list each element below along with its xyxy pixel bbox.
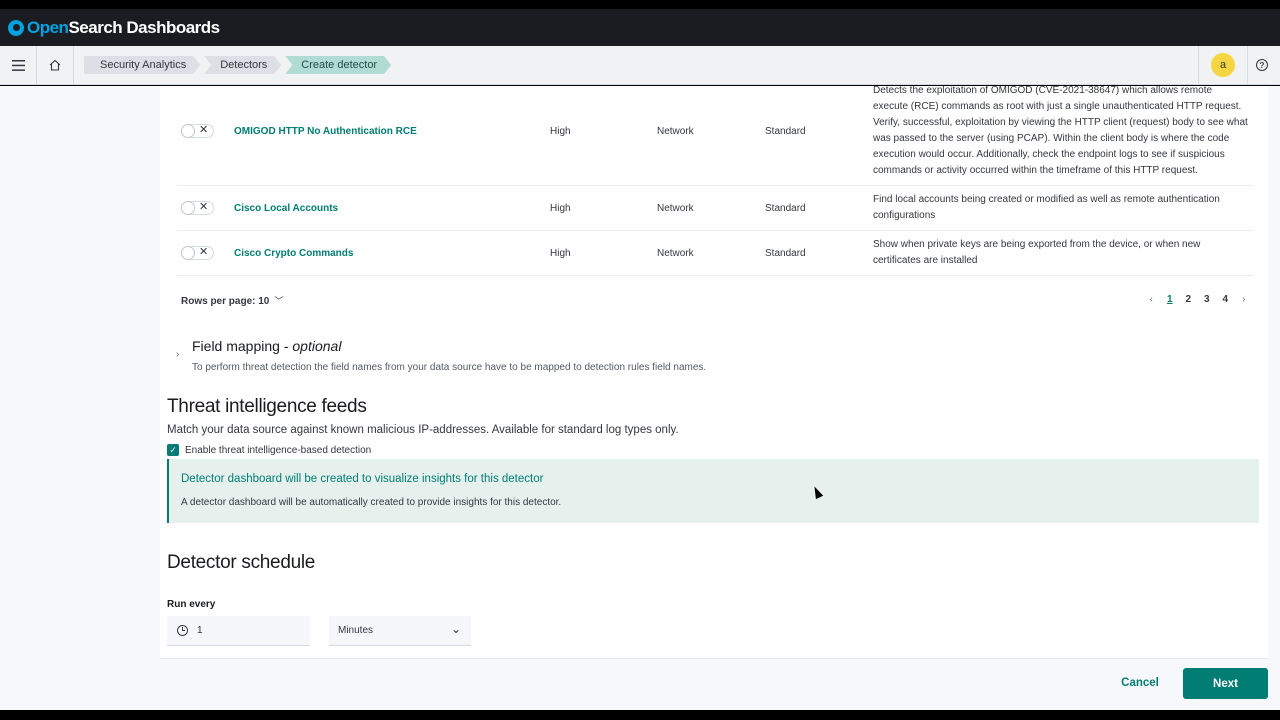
field-mapping-subtitle: To perform threat detection the field na… xyxy=(192,362,707,373)
hamburger-menu-button[interactable] xyxy=(0,46,36,85)
top-header: OpenSearch Dashboards xyxy=(0,9,1280,46)
breadcrumb-security-analytics[interactable]: Security Analytics xyxy=(84,56,200,74)
rule-category: Network xyxy=(657,126,694,137)
rule-toggle[interactable]: ✕ xyxy=(181,124,214,138)
nav-bar: Security Analytics Detectors Create dete… xyxy=(0,45,1280,85)
rule-description: Find local accounts being created or mod… xyxy=(873,194,1220,221)
callout-title: Detector dashboard will be created to vi… xyxy=(181,473,544,485)
threat-intel-checkbox[interactable]: ✓ xyxy=(167,444,179,456)
user-avatar[interactable]: a xyxy=(1211,53,1235,77)
table-pagination: Rows per page: 10 ﹀ ‹ 1 2 3 4 › xyxy=(181,292,1253,308)
detector-schedule-title: Detector schedule xyxy=(167,552,316,573)
threat-intel-checkbox-label: Enable threat intelligence-based detecti… xyxy=(185,444,372,456)
menu-icon xyxy=(11,59,25,71)
interval-value: 1 xyxy=(197,625,203,636)
rule-category: Network xyxy=(657,203,694,214)
table-row: ✕ Cisco Local Accounts High Network Stan… xyxy=(177,186,1253,231)
toggle-knob xyxy=(181,124,195,138)
chevron-right-icon[interactable]: › xyxy=(1235,294,1254,305)
chevron-right-icon[interactable]: › xyxy=(176,349,179,360)
rule-source: Standard xyxy=(765,126,806,137)
page-links: ‹ 1 2 3 4 › xyxy=(1142,294,1253,305)
field-mapping-title: Field mapping - optional xyxy=(192,338,342,354)
rule-toggle[interactable]: ✕ xyxy=(181,246,214,260)
close-icon: ✕ xyxy=(199,246,209,258)
toggle-knob xyxy=(181,201,195,215)
clock-icon xyxy=(177,625,188,636)
close-icon: ✕ xyxy=(199,201,209,213)
rule-source: Standard xyxy=(765,203,806,214)
dashboard-callout: Detector dashboard will be created to vi… xyxy=(167,459,1259,523)
rule-severity: High xyxy=(550,248,571,259)
nav-divider xyxy=(1247,45,1248,85)
create-detector-panel: ✕ OMIGOD HTTP No Authentication RCE High… xyxy=(160,86,1268,659)
logo-text: OpenSearch Dashboards xyxy=(27,17,220,37)
threat-intel-title: Threat intelligence feeds xyxy=(167,396,367,417)
table-row: ✕ OMIGOD HTTP No Authentication RCE High… xyxy=(177,86,1253,186)
next-button[interactable]: Next xyxy=(1183,668,1268,699)
rule-name-link[interactable]: Cisco Crypto Commands xyxy=(234,248,353,259)
rule-name-link[interactable]: Cisco Local Accounts xyxy=(234,203,338,214)
threat-intel-checkbox-row[interactable]: ✓ Enable threat intelligence-based detec… xyxy=(167,444,371,456)
rule-source: Standard xyxy=(765,248,806,259)
page-link-2[interactable]: 2 xyxy=(1179,294,1198,305)
close-icon: ✕ xyxy=(199,124,209,136)
cancel-button[interactable]: Cancel xyxy=(1110,668,1170,698)
rows-per-page-selector[interactable]: Rows per page: 10 ﹀ xyxy=(181,294,283,307)
rule-category: Network xyxy=(657,248,694,259)
run-every-label: Run every xyxy=(167,599,216,610)
rule-toggle[interactable]: ✕ xyxy=(181,201,214,215)
rule-name-link[interactable]: OMIGOD HTTP No Authentication RCE xyxy=(234,126,417,137)
breadcrumb-detectors[interactable]: Detectors xyxy=(204,56,281,74)
opensearch-logo-icon xyxy=(8,19,24,36)
toggle-knob xyxy=(181,246,195,260)
rule-description: Detects the exploitation of OMIGOD (CVE-… xyxy=(873,86,1248,176)
rule-severity: High xyxy=(550,126,571,137)
help-icon[interactable]: ? xyxy=(1256,59,1268,71)
nav-divider xyxy=(1198,45,1199,85)
rule-description: Show when private keys are being exporte… xyxy=(873,239,1201,266)
page-link-4[interactable]: 4 xyxy=(1216,294,1235,305)
page-link-3[interactable]: 3 xyxy=(1198,294,1217,305)
opensearch-logo[interactable]: OpenSearch Dashboards xyxy=(8,18,220,38)
nav-divider xyxy=(73,45,74,85)
chevron-down-icon: ⌄ xyxy=(450,622,461,636)
page-link-1[interactable]: 1 xyxy=(1161,294,1180,305)
interval-unit-value: Minutes xyxy=(338,625,374,636)
breadcrumb: Security Analytics Detectors Create dete… xyxy=(84,56,395,74)
chevron-left-icon[interactable]: ‹ xyxy=(1142,294,1161,305)
home-button[interactable] xyxy=(37,46,73,85)
home-icon xyxy=(49,59,61,71)
nav-right: a ? xyxy=(1198,45,1280,85)
interval-unit-select[interactable]: Minutes ⌄ xyxy=(329,616,471,646)
threat-intel-description: Match your data source against known mal… xyxy=(167,424,679,436)
callout-text: A detector dashboard will be automatical… xyxy=(181,497,562,508)
table-row: ✕ Cisco Crypto Commands High Network Sta… xyxy=(177,231,1253,276)
chevron-down-icon: ﹀ xyxy=(274,296,284,306)
main-page: ✕ OMIGOD HTTP No Authentication RCE High… xyxy=(0,86,1280,710)
breadcrumb-create-detector: Create detector xyxy=(285,56,391,74)
interval-input[interactable]: 1 xyxy=(167,616,310,646)
rule-severity: High xyxy=(550,203,571,214)
